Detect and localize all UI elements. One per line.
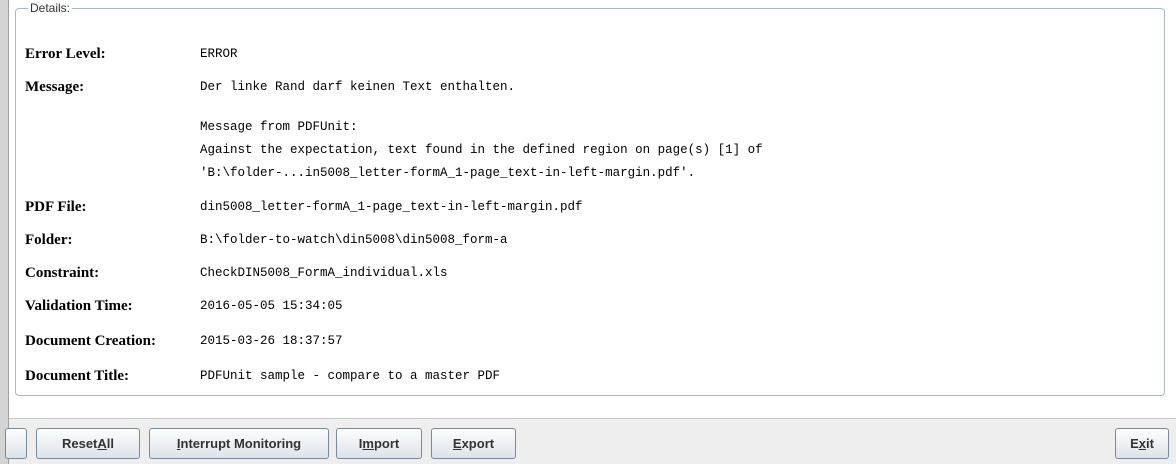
reset-all-label-start: Reset — [61, 436, 98, 451]
constraint-value: CheckDIN5008_FormA_individual.xls — [200, 266, 448, 280]
detail-row-error-level: Error Level: ERROR — [25, 43, 1145, 65]
exit-label-end: it — [1145, 436, 1154, 451]
export-mnemonic: E — [452, 436, 462, 451]
export-label-end: xport — [461, 436, 495, 451]
reset-all-label-end: ll — [106, 436, 115, 451]
detail-row-document-title: Document Title: PDFUnit sample - compare… — [25, 365, 1145, 387]
message-detail-line: 'B:\folder-...in5008_letter-formA_1-page… — [200, 166, 696, 180]
folder-value: B:\folder-to-watch\din5008\din5008_form-… — [200, 233, 508, 247]
pdf-file-label: PDF File: — [25, 199, 87, 215]
import-label-end: port — [373, 436, 400, 451]
exit-label-start: E — [1130, 436, 1139, 451]
message-label: Message: — [25, 79, 85, 95]
import-mnemonic: m — [362, 436, 374, 451]
error-level-label: Error Level: — [25, 46, 106, 62]
interrupt-monitoring-button[interactable]: Interrupt Monitoring — [149, 428, 329, 459]
document-title-label: Document Title: — [25, 368, 130, 384]
details-legend: Details: — [28, 0, 73, 16]
folder-label: Folder: — [25, 232, 73, 248]
document-title-value: PDFUnit sample - compare to a master PDF — [200, 369, 501, 383]
document-creation-label: Document Creation: — [25, 333, 156, 349]
error-level-value: ERROR — [200, 47, 238, 61]
detail-row-pdf-file: PDF File: din5008_letter-formA_1-page_te… — [25, 196, 1145, 218]
window-left-edge — [0, 0, 9, 464]
validation-time-label: Validation Time: — [25, 298, 133, 314]
exit-mnemonic: x — [1138, 436, 1146, 451]
partial-button[interactable] — [5, 428, 27, 459]
details-panel: Details: Error Level: ERROR Message: Der… — [9, 0, 1176, 418]
validation-time-value: 2016-05-05 15:34:05 — [200, 299, 343, 313]
detail-row-folder: Folder: B:\folder-to-watch\din5008\din50… — [25, 229, 1145, 251]
reset-all-button[interactable]: Reset All — [36, 428, 140, 459]
message-detail-line: Against the expectation, text found in t… — [200, 143, 763, 157]
detail-row-message: Message: Der linke Rand darf keinen Text… — [25, 76, 1145, 98]
detail-row-validation-time: Validation Time: 2016-05-05 15:34:05 — [25, 295, 1145, 317]
message-value: Der linke Rand darf keinen Text enthalte… — [200, 80, 516, 94]
message-detail-line: Message from PDFUnit: — [200, 120, 358, 134]
exit-button[interactable]: Ex it — [1115, 428, 1169, 459]
import-button[interactable]: Im port — [336, 428, 422, 459]
detail-row-constraint: Constraint: CheckDIN5008_FormA_individua… — [25, 262, 1145, 284]
button-bar: Reset All Interrupt Monitoring Im port Ex… — [5, 419, 1176, 464]
reset-all-mnemonic: A — [97, 436, 107, 451]
document-creation-value: 2015-03-26 18:37:57 — [200, 334, 343, 348]
detail-row-document-creation: Document Creation: 2015-03-26 18:37:57 — [25, 330, 1145, 352]
export-button[interactable]: Export — [431, 428, 516, 459]
pdf-file-value: din5008_letter-formA_1-page_text-in-left… — [200, 200, 583, 214]
constraint-label: Constraint: — [25, 265, 100, 281]
interrupt-label-end: nterrupt Monitoring — [180, 436, 302, 451]
